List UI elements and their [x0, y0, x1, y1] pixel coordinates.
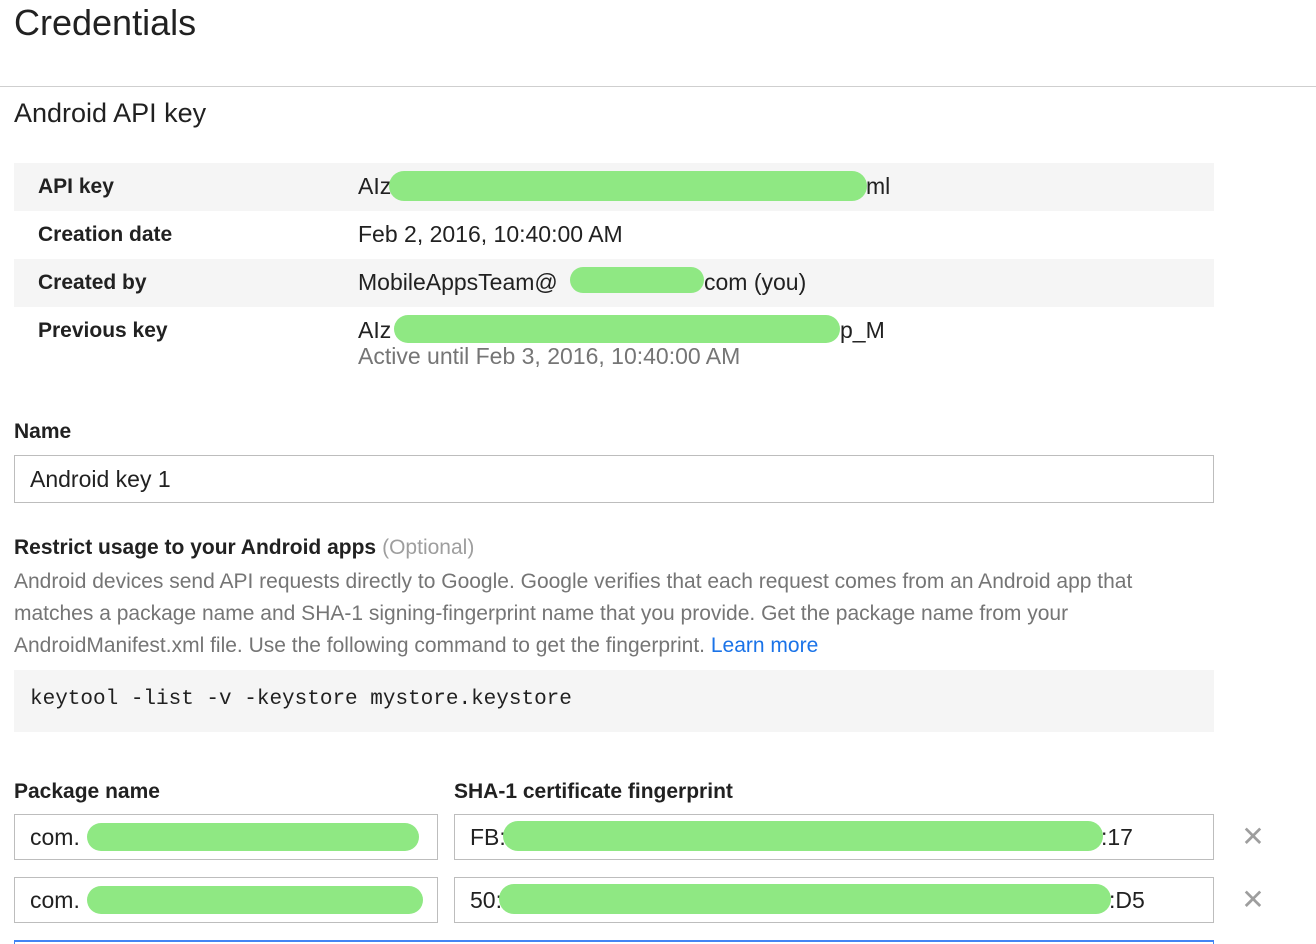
- package-name-header: Package name: [14, 780, 160, 803]
- sha1-fingerprint-input[interactable]: FB: :17: [454, 814, 1214, 860]
- restrict-heading: Restrict usage to your Android apps (Opti…: [14, 536, 474, 560]
- description-line: matches a package name and SHA-1 signing…: [14, 602, 1069, 625]
- page-title: Credentials: [14, 2, 197, 43]
- name-input[interactable]: [14, 455, 1214, 503]
- package-name-prefix: com.: [30, 824, 80, 850]
- info-value-suffix: ml: [866, 173, 891, 199]
- info-row-created-by: Created by MobileAppsTeam@ com (you): [14, 259, 1214, 307]
- info-row-creation-date: Creation date Feb 2, 2016, 10:40:00 AM: [14, 211, 1214, 259]
- restrict-heading-text: Restrict usage to your Android apps: [14, 536, 377, 559]
- info-label: API key: [38, 175, 114, 198]
- previous-key-active-until: Active until Feb 3, 2016, 10:40:00 AM: [358, 343, 741, 369]
- redaction-mark: [503, 821, 1103, 851]
- sha1-header: SHA-1 certificate fingerprint: [454, 780, 733, 803]
- info-value-prefix: MobileAppsTeam@: [358, 269, 558, 295]
- redaction-mark: [570, 267, 704, 293]
- title-divider: [0, 86, 1316, 87]
- info-row-api-key: API key AIza ml: [14, 163, 1214, 211]
- sha1-suffix: :17: [1101, 824, 1133, 850]
- description-line: Android devices send API requests direct…: [14, 570, 1133, 593]
- redaction-mark: [87, 886, 423, 914]
- redaction-mark: [499, 884, 1111, 914]
- sha1-prefix: 50:: [470, 887, 502, 913]
- redaction-mark: [87, 823, 419, 851]
- remove-row-icon[interactable]: ✕: [1238, 822, 1268, 852]
- info-value-suffix: com (you): [704, 269, 807, 295]
- sha1-prefix: FB:: [470, 824, 506, 850]
- focused-input-edge[interactable]: [14, 940, 1214, 944]
- learn-more-link[interactable]: Learn more: [711, 634, 818, 657]
- restrict-description: Android devices send API requests direct…: [14, 566, 1214, 662]
- redaction-mark: [389, 171, 867, 201]
- info-label: Previous key: [38, 319, 168, 342]
- remove-row-icon[interactable]: ✕: [1238, 885, 1268, 915]
- info-label: Creation date: [38, 223, 173, 246]
- package-name-input[interactable]: com.: [14, 814, 438, 860]
- info-value: Feb 2, 2016, 10:40:00 AM: [358, 221, 623, 247]
- sha1-fingerprint-input[interactable]: 50: :D5: [454, 877, 1214, 923]
- sha1-suffix: :D5: [1109, 887, 1145, 913]
- section-title: Android API key: [14, 98, 207, 128]
- package-name-prefix: com.: [30, 887, 80, 913]
- description-line-last: AndroidManifest.xml file. Use the follow…: [14, 630, 1214, 662]
- info-value-suffix: p_M: [840, 317, 885, 343]
- redaction-mark: [394, 315, 840, 343]
- info-label: Created by: [38, 271, 147, 294]
- package-name-input[interactable]: com.: [14, 877, 438, 923]
- optional-tag: (Optional): [382, 536, 475, 559]
- description-line-text: AndroidManifest.xml file. Use the follow…: [14, 634, 706, 657]
- info-row-previous-key: Previous key AIz p_M Active until Feb 3,…: [14, 307, 1214, 393]
- name-label: Name: [14, 420, 72, 443]
- keytool-command: keytool -list -v -keystore mystore.keyst…: [14, 670, 1214, 732]
- info-value-prefix: AIz: [358, 317, 392, 343]
- key-info-table: API key AIza ml Creation date Feb 2, 201…: [14, 163, 1214, 393]
